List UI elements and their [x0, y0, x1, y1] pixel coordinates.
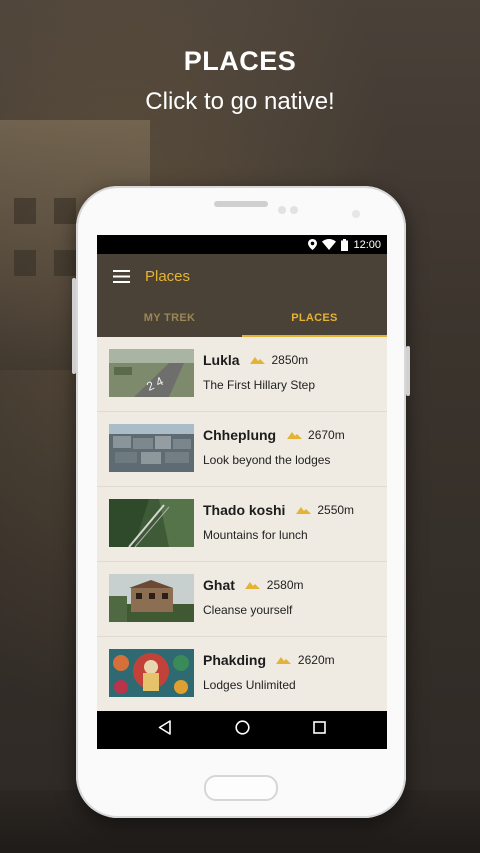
back-icon[interactable] — [158, 720, 172, 740]
android-nav-bar — [97, 711, 387, 749]
place-info: Phakding 2620m Lodges Unlimited — [203, 651, 335, 692]
place-thumbnail-airstrip: 2 4 — [109, 349, 194, 397]
home-icon[interactable] — [235, 720, 250, 740]
place-row-ghat[interactable]: Ghat 2580m Cleanse yourself — [97, 562, 387, 637]
mountain-icon — [286, 426, 302, 444]
place-thumbnail-monastery — [109, 574, 194, 622]
phone-volume-key — [72, 278, 76, 374]
mountain-icon — [245, 576, 261, 594]
phone-home-button[interactable] — [204, 775, 278, 801]
wifi-icon — [322, 239, 337, 250]
hamburger-menu-icon[interactable] — [97, 254, 145, 299]
status-bar: 12:00 — [97, 235, 387, 254]
phone-frame: 12:00 Places MY TREK PLACES 2 4 Lukla 28… — [72, 186, 410, 818]
place-altitude: 2850m — [271, 353, 309, 367]
app-bar: Places — [97, 254, 387, 299]
places-list: 2 4 Lukla 2850m The First Hillary Step C… — [97, 337, 387, 712]
place-info: Lukla 2850m The First Hillary Step — [203, 351, 315, 392]
phone-camera — [352, 210, 360, 218]
place-altitude: 2550m — [317, 503, 355, 517]
place-row-lukla[interactable]: 2 4 Lukla 2850m The First Hillary Step — [97, 337, 387, 412]
place-name: Phakding — [203, 652, 267, 668]
phone-sensor — [278, 206, 286, 214]
mountain-icon — [250, 351, 266, 369]
place-info: Ghat 2580m Cleanse yourself — [203, 576, 304, 617]
mountain-icon — [295, 501, 311, 519]
place-tagline: The First Hillary Step — [203, 378, 316, 393]
tab-my-trek[interactable]: MY TREK — [97, 299, 242, 337]
place-info: Chheplung 2670m Look beyond the lodges — [203, 426, 345, 467]
battery-icon — [341, 238, 349, 251]
place-altitude: 2580m — [266, 578, 304, 592]
place-thumbnail-thangka-painting — [109, 649, 194, 697]
place-name: Chheplung — [203, 427, 277, 443]
status-time: 12:00 — [353, 238, 381, 251]
phone-power-key — [406, 346, 410, 396]
place-name: Lukla — [203, 352, 240, 368]
promo-headline: PLACES — [183, 46, 297, 76]
place-altitude: 2620m — [297, 653, 335, 667]
phone-sensor — [290, 206, 298, 214]
place-tagline: Cleanse yourself — [203, 603, 293, 618]
place-name: Ghat — [203, 577, 235, 593]
location-icon — [308, 239, 318, 250]
tab-bar: MY TREK PLACES — [97, 299, 387, 337]
app-title: Places — [145, 268, 191, 285]
place-name: Thado koshi — [203, 502, 286, 518]
place-tagline: Look beyond the lodges — [203, 453, 331, 468]
place-thumbnail-suspension-bridge — [109, 499, 194, 547]
mountain-icon — [276, 651, 292, 669]
place-altitude: 2670m — [308, 428, 345, 442]
place-row-thado-koshi[interactable]: Thado koshi 2550m Mountains for lunch — [97, 487, 387, 562]
place-tagline: Lodges Unlimited — [203, 678, 296, 693]
place-info: Thado koshi 2550m Mountains for lunch — [203, 501, 354, 542]
recents-icon[interactable] — [312, 721, 326, 739]
place-row-chheplung[interactable]: Chheplung 2670m Look beyond the lodges — [97, 412, 387, 487]
promo-subheadline: Click to go native! — [145, 88, 335, 115]
phone-speaker — [214, 201, 268, 207]
place-tagline: Mountains for lunch — [203, 528, 308, 543]
place-thumbnail-mani-stones — [109, 424, 194, 472]
tab-places[interactable]: PLACES — [242, 299, 387, 337]
place-row-phakding[interactable]: Phakding 2620m Lodges Unlimited — [97, 637, 387, 712]
app-screen: 12:00 Places MY TREK PLACES 2 4 Lukla 28… — [97, 235, 387, 749]
